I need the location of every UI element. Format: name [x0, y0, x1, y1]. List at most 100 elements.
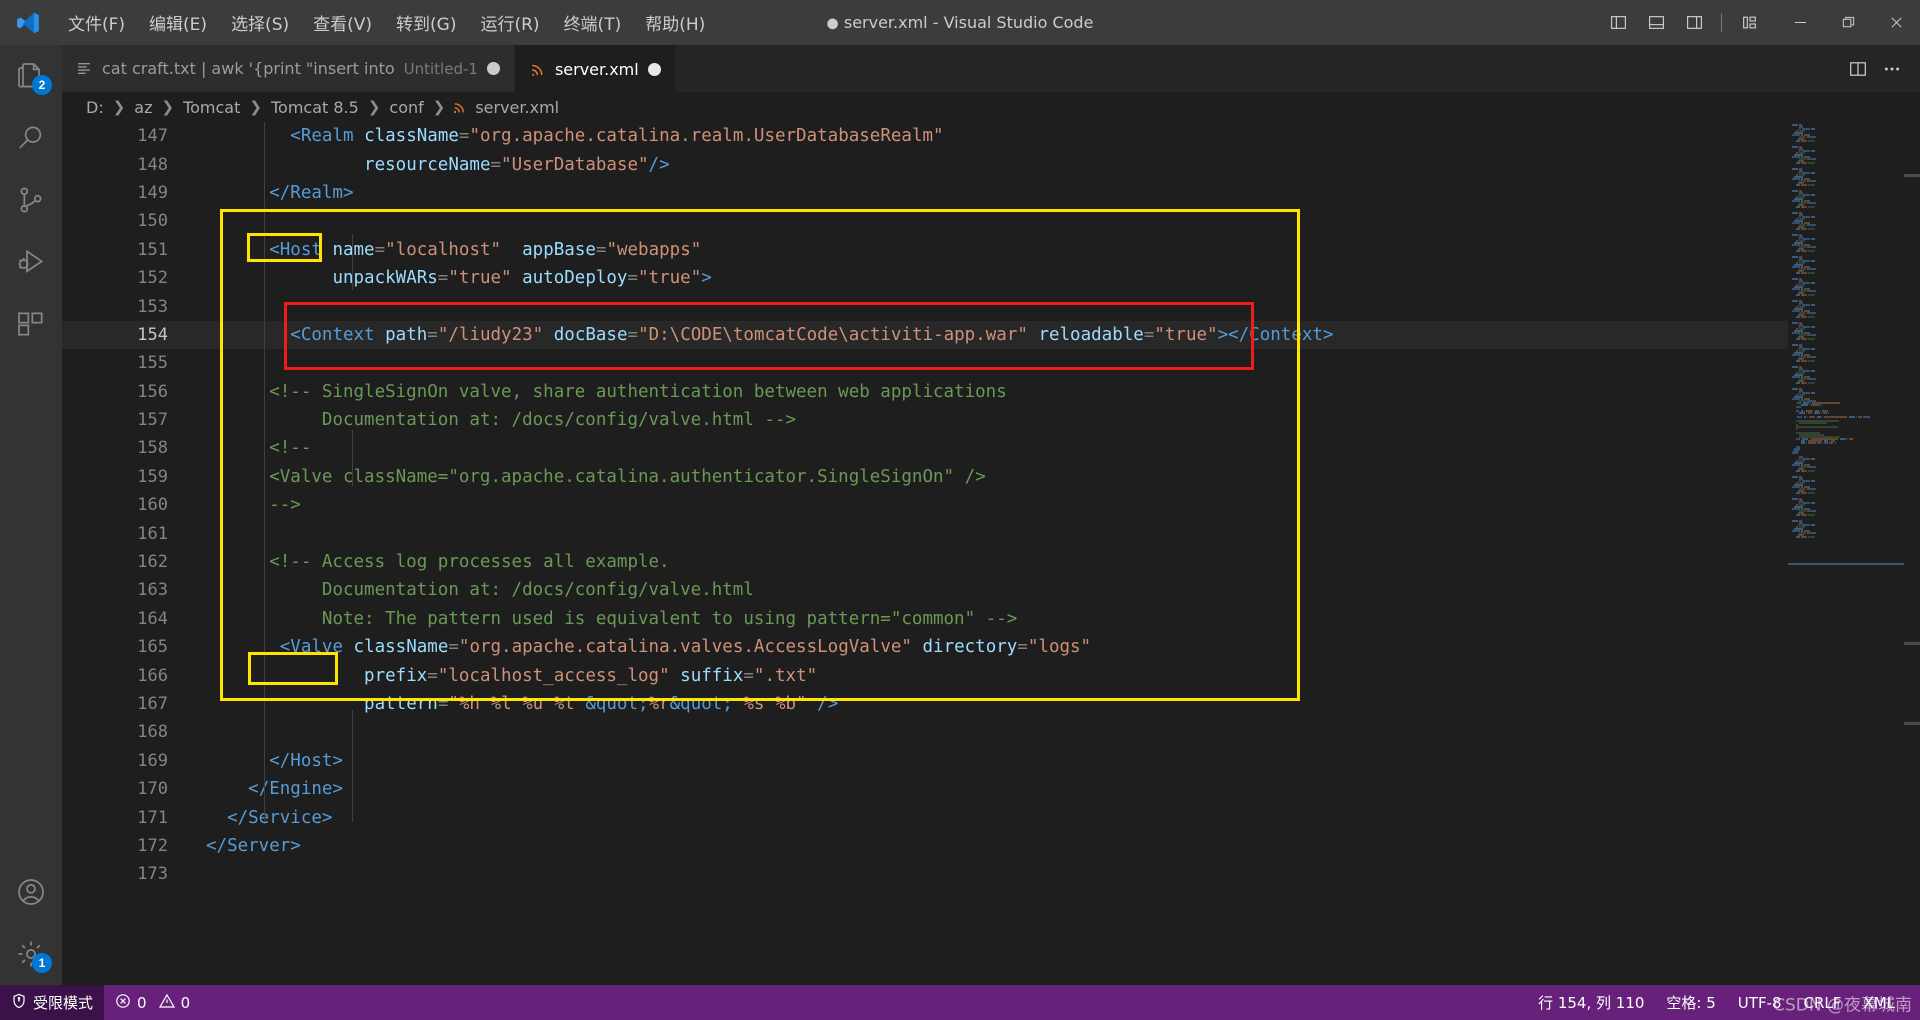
- split-editor-icon[interactable]: [1842, 53, 1874, 85]
- minimap-segment: [1801, 250, 1807, 252]
- code-line-text: prefix="localhost_access_log" suffix=".t…: [364, 665, 818, 686]
- line-number: 171: [137, 807, 168, 828]
- toggle-primary-sidebar-icon[interactable]: [1601, 6, 1635, 40]
- breadcrumb-item-3[interactable]: Tomcat 8.5: [269, 98, 361, 117]
- breadcrumb-item-2[interactable]: Tomcat: [181, 98, 242, 117]
- tab-dirty-indicator[interactable]: [647, 62, 661, 76]
- status-cursor-position[interactable]: 行 154, 列 110: [1527, 985, 1655, 1020]
- minimap-segment: [1817, 416, 1821, 418]
- code-line[interactable]: 148 resourceName="UserDatabase"/>: [62, 150, 1920, 178]
- code-line-text: <Host name="localhost" appBase="webapps": [269, 239, 702, 260]
- minimap-segment: [1811, 216, 1815, 218]
- indent-guide: [352, 234, 353, 290]
- menu-run[interactable]: 运行(R): [468, 6, 551, 39]
- code-scroll-area[interactable]: 147 <Realm className="org.apache.catalin…: [62, 122, 1920, 985]
- code-line[interactable]: 152 unpackWARs="true" autoDeploy="true">: [62, 264, 1920, 292]
- code-line[interactable]: 163 Documentation at: /docs/config/valve…: [62, 576, 1920, 604]
- minimap-segment: [1849, 416, 1855, 418]
- tab-dirty-indicator[interactable]: [486, 62, 500, 75]
- editor-scrollbar[interactable]: [1904, 122, 1920, 985]
- code-line[interactable]: 157 Documentation at: /docs/config/valve…: [62, 406, 1920, 434]
- status-indentation[interactable]: 空格: 5: [1655, 985, 1726, 1020]
- code-line[interactable]: 156 <!-- SingleSignOn valve, share authe…: [62, 378, 1920, 406]
- activity-extensions[interactable]: [0, 293, 62, 355]
- menu-terminal[interactable]: 终端(T): [552, 6, 634, 39]
- status-problems[interactable]: 0 0: [104, 985, 201, 1020]
- code-line[interactable]: 151 <Host name="localhost" appBase="weba…: [62, 236, 1920, 264]
- code-line[interactable]: 149 </Realm>: [62, 179, 1920, 207]
- code-line[interactable]: 147 <Realm className="org.apache.catalin…: [62, 122, 1920, 150]
- minimap-segment: [1801, 404, 1808, 406]
- toggle-secondary-sidebar-icon[interactable]: [1677, 6, 1711, 40]
- activity-search[interactable]: [0, 107, 62, 169]
- status-language-mode[interactable]: XML: [1852, 985, 1906, 1020]
- breadcrumb-item-0[interactable]: D:: [84, 98, 106, 117]
- code-line[interactable]: 171 </Service>: [62, 803, 1920, 831]
- scrollbar-mark: [1904, 174, 1920, 177]
- toolbar-divider: [1721, 13, 1722, 32]
- menu-edit[interactable]: 编辑(E): [137, 6, 219, 39]
- menu-selection[interactable]: 选择(S): [219, 6, 301, 39]
- menu-view[interactable]: 查看(V): [301, 6, 384, 39]
- minimize-button[interactable]: [1776, 0, 1824, 45]
- line-number: 172: [137, 835, 168, 856]
- minimap-segment: [1856, 416, 1857, 418]
- menu-help[interactable]: 帮助(H): [633, 6, 717, 39]
- code-line[interactable]: 159 <Valve className="org.apache.catalin…: [62, 463, 1920, 491]
- status-eol[interactable]: CRLF: [1793, 985, 1853, 1020]
- code-line[interactable]: 165 <Valve className="org.apache.catalin…: [62, 633, 1920, 661]
- activity-manage-settings[interactable]: 1: [0, 923, 62, 985]
- minimap-segment: [1808, 442, 1816, 444]
- line-number: 168: [137, 722, 168, 743]
- line-number: 150: [137, 211, 168, 232]
- code-line[interactable]: 161: [62, 519, 1920, 547]
- status-restricted-mode[interactable]: 受限模式: [0, 985, 105, 1020]
- breadcrumb-item-5[interactable]: server.xml: [473, 98, 561, 117]
- breadcrumb-item-4[interactable]: conf: [387, 98, 425, 117]
- menu-go[interactable]: 转到(G): [384, 6, 468, 39]
- minimap-segment: [1811, 458, 1815, 460]
- code-line[interactable]: 154 <Context path="/liudy23" docBase="D:…: [62, 320, 1920, 350]
- activity-source-control[interactable]: [0, 169, 62, 231]
- workbench-body: 2 1 cat craft.txt | awk '{print "insert …: [0, 45, 1920, 985]
- code-line[interactable]: 153: [62, 292, 1920, 320]
- code-line[interactable]: 169 </Host>: [62, 747, 1920, 775]
- code-line[interactable]: 166 prefix="localhost_access_log" suffix…: [62, 661, 1920, 689]
- editor-group: cat craft.txt | awk '{print "insert into…: [62, 45, 1920, 985]
- minimap-segment: [1796, 250, 1800, 252]
- code-line[interactable]: 158 <!--: [62, 434, 1920, 462]
- tab-server-xml[interactable]: server.xml: [514, 45, 676, 92]
- code-line[interactable]: 172 </Server>: [62, 832, 1920, 860]
- minimap-segment: [1792, 212, 1798, 214]
- toggle-panel-icon[interactable]: [1639, 6, 1673, 40]
- customize-layout-icon[interactable]: [1732, 6, 1766, 40]
- code-line[interactable]: 150: [62, 207, 1920, 235]
- more-actions-icon[interactable]: [1876, 53, 1908, 85]
- minimap-segment: [1797, 416, 1802, 418]
- code-line[interactable]: 155: [62, 349, 1920, 377]
- close-button[interactable]: [1872, 0, 1920, 45]
- menu-file[interactable]: 文件(F): [56, 6, 137, 39]
- minimap[interactable]: [1788, 122, 1904, 985]
- restore-button[interactable]: [1824, 0, 1872, 45]
- activity-accounts[interactable]: [0, 861, 62, 923]
- breadcrumb-item-1[interactable]: az: [132, 98, 154, 117]
- status-encoding[interactable]: UTF-8: [1727, 985, 1793, 1020]
- code-line[interactable]: 160 -->: [62, 491, 1920, 519]
- code-line[interactable]: 162 <!-- Access log processes all exampl…: [62, 548, 1920, 576]
- code-line[interactable]: 170 </Engine>: [62, 775, 1920, 803]
- code-editor[interactable]: 147 <Realm className="org.apache.catalin…: [62, 122, 1920, 985]
- minimap-segment: [1796, 294, 1800, 296]
- minimap-segment: [1799, 422, 1827, 424]
- code-line[interactable]: 168: [62, 718, 1920, 746]
- code-line-text: </Realm>: [269, 182, 354, 203]
- code-line[interactable]: 167 pattern="%h %l %u %t &quot;%r&quot; …: [62, 690, 1920, 718]
- activity-run-and-debug[interactable]: [0, 231, 62, 293]
- tab-untitled-1[interactable]: cat craft.txt | awk '{print "insert into…: [62, 45, 515, 92]
- activity-explorer[interactable]: 2: [0, 45, 62, 107]
- code-line[interactable]: 173: [62, 860, 1920, 888]
- minimap-segment: [1796, 492, 1800, 494]
- status-restricted-mode-label: 受限模式: [33, 994, 94, 1012]
- code-lines[interactable]: 147 <Realm className="org.apache.catalin…: [62, 122, 1920, 889]
- code-line[interactable]: 164 Note: The pattern used is equivalent…: [62, 605, 1920, 633]
